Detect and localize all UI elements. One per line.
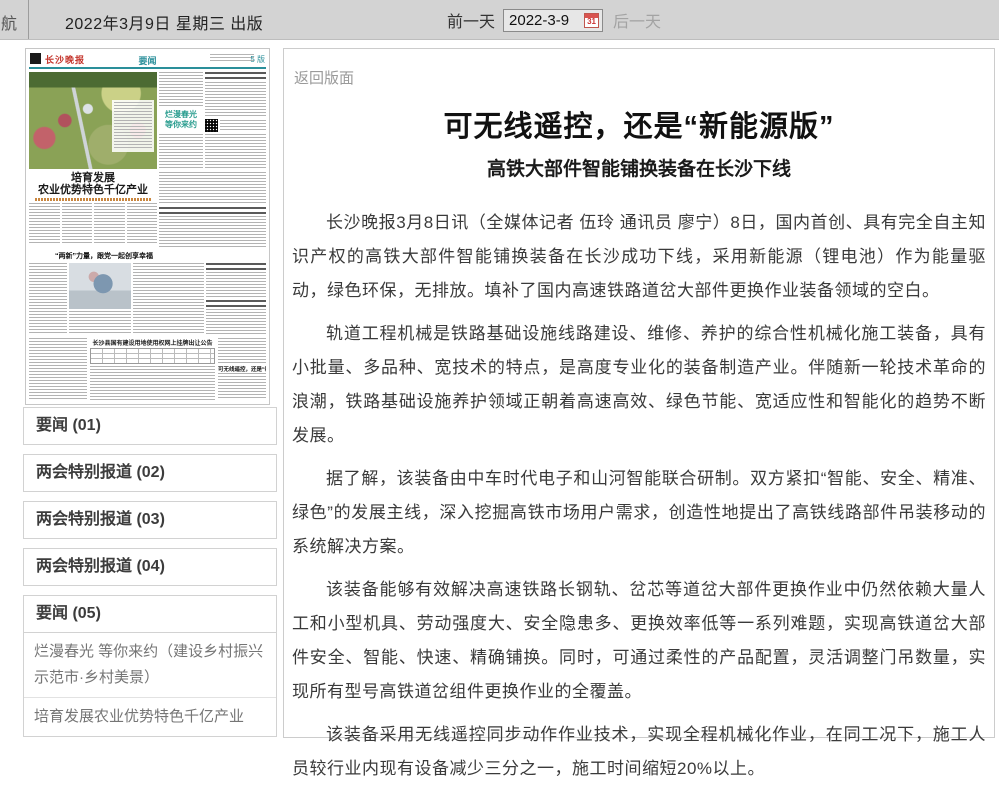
qr-code-icon [205, 119, 218, 132]
notice-table [90, 348, 215, 364]
sidebar-section-yaowen-05[interactable]: 要闻 (05) [23, 595, 277, 633]
masthead-info-lines [210, 54, 254, 63]
worker-photo [69, 263, 131, 309]
date-input[interactable]: 2022-3-9 31 [503, 9, 603, 32]
toolbar-divider [28, 0, 29, 39]
article-subtitle: 高铁大部件智能铺换装备在长沙下线 [292, 154, 986, 181]
thumbnail-notice-block: 长沙县国有建设用地使用权网上挂牌出让公告 可无线遥控，还是“新能源版” [29, 338, 266, 400]
article-link-peiyu[interactable]: 培育发展农业优势特色千亿产业 [24, 697, 276, 736]
thumbnail-subtitle-line [35, 198, 151, 201]
thumbnail-middle-column: 烂漫春光 等你来约 [159, 72, 203, 169]
article-paragraph: 轨道工程机械是铁路基础设施线路建设、维修、养护的综合性机械化施工装备，具有小批量… [292, 317, 986, 453]
article-paragraph: 该装备能够有效解决高速铁路长钢轨、岔芯等道岔大部件更换作业中仍然依赖大量人工和小… [292, 573, 986, 709]
teal-headline: 烂漫春光 等你来约 [159, 107, 203, 134]
date-navigation: 前一天 2022-3-9 31 后一天 [447, 8, 661, 32]
article-panel: 返回版面 可无线遥控，还是“新能源版” 高铁大部件智能铺换装备在长沙下线 长沙晚… [283, 48, 995, 738]
article-title: 可无线遥控，还是“新能源版” [292, 103, 986, 145]
thumbnail-side-stories [159, 172, 266, 248]
sidebar: 长沙晚报 要闻 5 版 烂漫春光 等你来约 [23, 48, 277, 737]
thumbnail-main-story: 培育发展 农业优势特色千亿产业 [29, 172, 157, 248]
thumbnail-liangxin-story: “两新”力量，跟党一起创享幸福 [29, 251, 266, 335]
back-to-page-link[interactable]: 返回版面 [294, 67, 354, 88]
page-number: 5 版 [250, 54, 265, 65]
sidebar-section-lianghui-04[interactable]: 两会特别报道 (04) [23, 548, 277, 586]
thumbnail-main-headline: 培育发展 农业优势特色千亿产业 [29, 172, 157, 196]
publish-date-label: 2022年3月9日 星期三 出版 [65, 10, 263, 34]
photo-caption-box [112, 100, 154, 152]
thumbnail-masthead: 长沙晚报 要闻 5 版 [29, 51, 266, 69]
top-toolbar: 航 2022年3月9日 星期三 出版 前一天 2022-3-9 31 后一天 [0, 0, 999, 40]
newspaper-page-thumbnail[interactable]: 长沙晚报 要闻 5 版 烂漫春光 等你来约 [25, 48, 270, 405]
next-day-button[interactable]: 后一天 [613, 8, 661, 32]
sidebar-section-lianghui-03[interactable]: 两会特别报道 (03) [23, 501, 277, 539]
sidebar-section-yaowen-01[interactable]: 要闻 (01) [23, 407, 277, 445]
article-paragraph: 该装备采用无线遥控同步动作作业技术，实现全程机械化作业，在同工况下，施工人员较行… [292, 718, 986, 786]
sidebar-section-lianghui-02[interactable]: 两会特别报道 (02) [23, 454, 277, 492]
thumbnail-body: 烂漫春光 等你来约 培育发展 农业优势特色千亿产业 [26, 69, 269, 403]
article-list: 烂漫春光 等你来约（建设乡村振兴示范市·乡村美景） 培育发展农业优势特色千亿产业 [23, 633, 277, 737]
date-value: 2022-3-9 [509, 12, 584, 29]
article-paragraph: 据了解，该装备由中车时代电子和山河智能联合研制。双方紧扣“智能、安全、精准、绿色… [292, 462, 986, 564]
previous-day-button[interactable]: 前一天 [447, 8, 495, 32]
thumbnail-right-column [205, 72, 266, 169]
aerial-village-photo [29, 72, 157, 169]
nav-label-partial: 航 [1, 10, 19, 34]
article-body: 长沙晚报3月8日讯（全媒体记者 伍玲 通讯员 廖宁）8日，国内首创、具有完全自主… [292, 206, 986, 786]
article-link-lanman[interactable]: 烂漫春光 等你来约（建设乡村振兴示范市·乡村美景） [24, 633, 276, 697]
article-paragraph: 长沙晚报3月8日讯（全媒体记者 伍玲 通讯员 廖宁）8日，国内首创、具有完全自主… [292, 206, 986, 308]
calendar-icon[interactable]: 31 [584, 13, 599, 28]
